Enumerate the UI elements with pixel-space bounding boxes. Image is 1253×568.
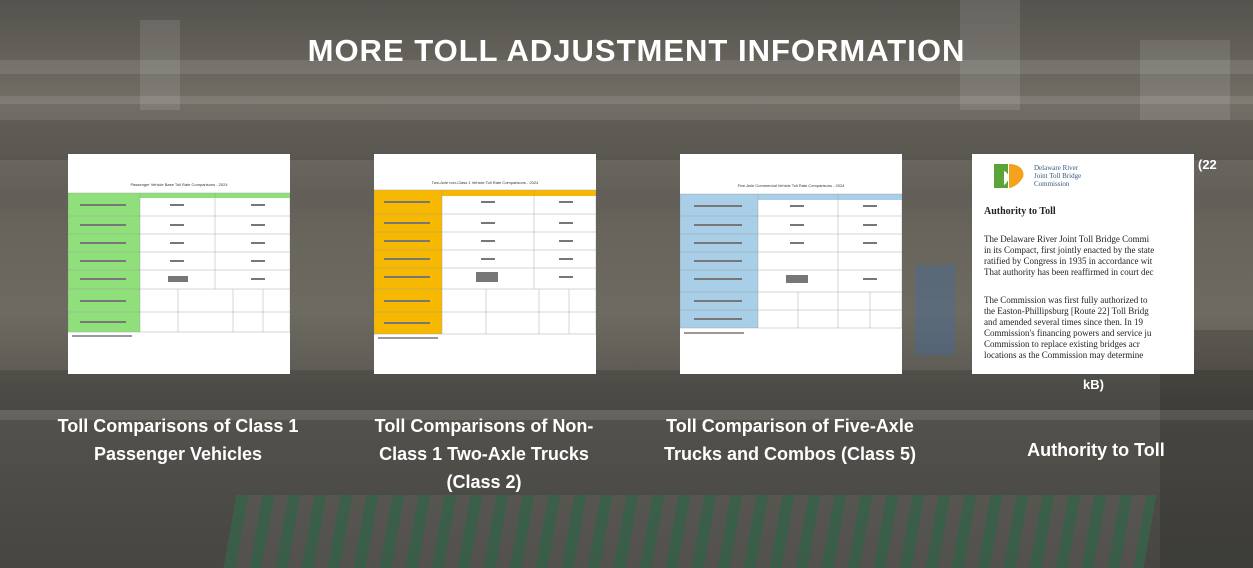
class2-caption-line2: Class 1 Two-Axle Trucks — [379, 444, 589, 464]
doc-line: The Commission was first fully authorize… — [984, 295, 1148, 305]
doc-line: That authority has been reaffirmed in co… — [984, 267, 1154, 277]
class5-caption[interactable]: Toll Comparison of Five-Axle Trucks and … — [650, 412, 930, 468]
class2-table-preview: Two-Axle non-Class 1 Vehicle Toll Rate C… — [374, 154, 596, 374]
doc-line: ratified by Congress in 1935 in accordan… — [984, 256, 1153, 266]
class1-caption-line1: Toll Comparisons of Class 1 — [57, 416, 299, 436]
authority-caption[interactable]: Authority to Toll — [956, 436, 1236, 464]
class2-doc-title: Two-Axle non-Class 1 Vehicle Toll Rate C… — [432, 180, 539, 185]
class5-doc-title: Five-Axle Commercial Vehicle Toll Rate C… — [738, 183, 846, 188]
bg-booth-band — [0, 370, 1253, 410]
doc-line: the Easton-Phillipsburg [Route 22] Toll … — [984, 306, 1149, 316]
class5-caption-line2: Trucks and Combos (Class 5) — [663, 444, 917, 464]
toll-info-section: MORE TOLL ADJUSTMENT INFORMATION Passeng… — [0, 0, 1253, 568]
section-title: MORE TOLL ADJUSTMENT INFORMATION — [307, 33, 966, 68]
class1-table-preview: Passenger Vehicle Base Toll Rate Compari… — [68, 154, 290, 374]
class1-caption-line2: Passenger Vehicles — [93, 444, 263, 464]
class5-comparison-thumbnail[interactable]: Five-Axle Commercial Vehicle Toll Rate C… — [680, 154, 902, 374]
class1-caption[interactable]: Toll Comparisons of Class 1 Passenger Ve… — [38, 412, 318, 468]
file-size-suffix: kB) — [1083, 377, 1104, 392]
doc-heading: Authority to Toll — [984, 206, 1056, 217]
bg-portable-toilet — [915, 265, 955, 355]
class5-caption-line1: Toll Comparison of Five-Axle — [666, 416, 914, 436]
org-line: Delaware River — [1034, 164, 1079, 172]
org-name: Delaware River Joint Toll Bridge Commiss… — [1034, 164, 1094, 188]
doc-line: in its Compact, first jointly enacted by… — [984, 245, 1155, 255]
doc-line: Commission's financing powers and servic… — [984, 328, 1152, 338]
bg-canopy-beam — [0, 96, 1253, 104]
class2-comparison-thumbnail[interactable]: Two-Axle non-Class 1 Vehicle Toll Rate C… — [374, 154, 596, 374]
bg-lane-stripes — [223, 495, 1157, 568]
org-line: Commission — [1034, 180, 1070, 188]
doc-line: and amended several times since then. In… — [984, 317, 1143, 327]
authority-to-toll-thumbnail[interactable]: Delaware River Joint Toll Bridge Commiss… — [972, 154, 1194, 374]
doc-line: Commission to replace existing bridges a… — [984, 339, 1140, 349]
drjtbc-logo-icon — [994, 164, 1024, 188]
class5-table-preview: Five-Axle Commercial Vehicle Toll Rate C… — [680, 154, 902, 374]
doc-line: The Delaware River Joint Toll Bridge Com… — [984, 234, 1150, 244]
org-line: Joint Toll Bridge — [1034, 172, 1082, 180]
authority-doc-preview: Delaware River Joint Toll Bridge Commiss… — [972, 154, 1194, 374]
class1-comparison-thumbnail[interactable]: Passenger Vehicle Base Toll Rate Compari… — [68, 154, 290, 374]
class1-doc-title: Passenger Vehicle Base Toll Rate Compari… — [130, 182, 228, 187]
class2-caption-line3: (Class 2) — [446, 472, 522, 492]
file-size-prefix: (22 — [1198, 157, 1217, 172]
class2-caption[interactable]: Toll Comparisons of Non- Class 1 Two-Axl… — [344, 412, 624, 496]
doc-line: locations as the Commission may determin… — [984, 350, 1144, 360]
class2-caption-line1: Toll Comparisons of Non- — [374, 416, 594, 436]
